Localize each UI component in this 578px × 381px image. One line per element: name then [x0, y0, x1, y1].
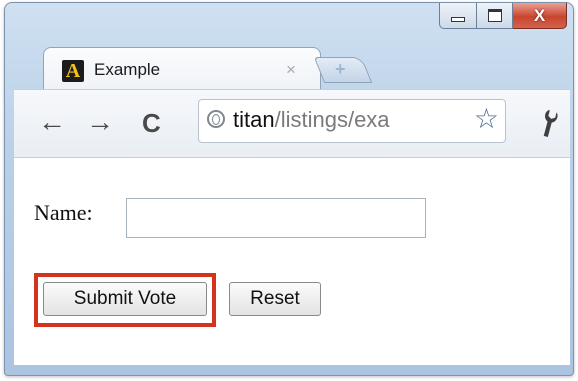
name-input[interactable] — [126, 198, 426, 238]
reset-button[interactable]: Reset — [229, 282, 321, 316]
globe-icon — [207, 110, 225, 128]
forward-button[interactable]: → — [86, 108, 114, 136]
tab-title: Example — [94, 60, 161, 79]
url-path: /listings/exa — [274, 107, 390, 132]
close-window-button[interactable]: X — [513, 3, 567, 29]
browser-toolbar: ← → C titan/listings/exa ☆ — [14, 89, 570, 157]
address-bar[interactable]: titan/listings/exa ☆ — [198, 99, 506, 143]
bookmark-star-icon[interactable]: ☆ — [474, 105, 499, 133]
tab-example[interactable]: A Example × — [43, 47, 321, 92]
tab-close-icon[interactable]: × — [286, 60, 296, 80]
maximize-icon — [487, 9, 502, 22]
window-controls: X — [439, 3, 567, 29]
url-host: titan — [233, 107, 275, 132]
back-button[interactable]: ← — [38, 108, 66, 136]
reload-button[interactable]: C — [142, 110, 161, 136]
minimize-button[interactable] — [439, 3, 477, 29]
maximize-button[interactable] — [477, 3, 513, 29]
plus-icon: + — [335, 59, 346, 79]
wrench-icon[interactable] — [529, 103, 573, 150]
close-icon: X — [533, 6, 546, 25]
page-content: Name: Submit Vote Reset — [14, 157, 570, 365]
submit-vote-button[interactable]: Submit Vote — [43, 282, 207, 316]
name-label: Name: — [34, 200, 93, 225]
favicon-icon: A — [62, 60, 84, 82]
minimize-icon — [451, 17, 465, 22]
url-text[interactable]: titan/listings/exa — [233, 107, 469, 133]
